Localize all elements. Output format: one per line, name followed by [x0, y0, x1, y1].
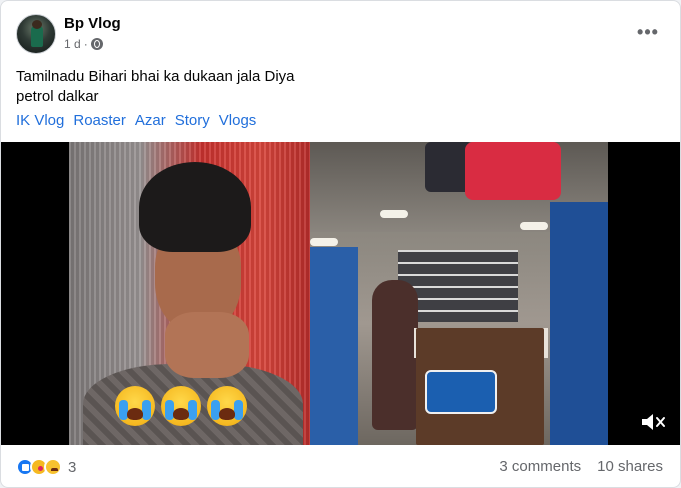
tear-right — [142, 400, 151, 420]
post-meta: 1 d · — [64, 37, 103, 51]
tag-vlogs[interactable]: Vlogs — [219, 112, 257, 129]
person-hair — [139, 162, 251, 252]
shop-pillar — [310, 247, 358, 445]
emoji-mouth — [127, 408, 143, 420]
counter-sign — [425, 370, 497, 414]
video-player[interactable] — [1, 142, 680, 445]
sad-icon — [44, 458, 62, 476]
ceiling-light — [310, 238, 338, 246]
reactions-summary[interactable]: 3 — [16, 458, 76, 476]
post-time[interactable]: 1 d — [64, 37, 81, 51]
post-footer: 3 3 comments 10 shares — [1, 449, 680, 485]
emoji-mouth — [219, 408, 235, 420]
person-hand — [165, 312, 249, 378]
tag-roaster[interactable]: Roaster — [73, 112, 126, 129]
author-avatar[interactable] — [16, 14, 56, 54]
post-card: Bp Vlog 1 d · ••• Tamilnadu Bihari bhai … — [0, 0, 681, 488]
post-text-line-1: Tamilnadu Bihari bhai ka dukaan jala Diy… — [16, 68, 295, 85]
tag-story[interactable]: Story — [175, 112, 210, 129]
emoji-mouth — [173, 408, 189, 420]
post-header: Bp Vlog 1 d · ••• — [1, 1, 680, 61]
avatar-head — [32, 20, 42, 29]
crying-emoji-icon — [207, 386, 247, 426]
post-text: Tamilnadu Bihari bhai ka dukaan jala Diy… — [16, 67, 616, 107]
tag-links: IK Vlog Roaster Azar Story Vlogs — [16, 112, 256, 129]
mute-button[interactable] — [640, 411, 666, 433]
ceiling-light — [520, 222, 548, 230]
video-left-frame — [69, 142, 310, 445]
volume-muted-icon — [642, 414, 665, 430]
more-options-icon: ••• — [637, 21, 659, 42]
more-options-button[interactable]: ••• — [630, 17, 666, 47]
engagement-stats: 3 comments 10 shares — [499, 458, 663, 475]
shop-person — [372, 280, 418, 430]
comments-count-link[interactable]: 3 comments — [499, 458, 581, 475]
bag-display — [550, 202, 608, 445]
crying-emoji-overlay — [115, 386, 247, 426]
author-name[interactable]: Bp Vlog — [64, 15, 121, 32]
tear-right — [188, 400, 197, 420]
crying-emoji-icon — [115, 386, 155, 426]
reaction-count: 3 — [68, 458, 77, 476]
crying-emoji-icon — [161, 386, 201, 426]
globe-icon — [90, 38, 103, 50]
tear-right — [234, 400, 243, 420]
meta-separator: · — [83, 37, 88, 51]
tag-azar[interactable]: Azar — [135, 112, 166, 129]
hanging-bag — [465, 142, 561, 200]
tag-ik-vlog[interactable]: IK Vlog — [16, 112, 64, 129]
video-right-frame — [310, 142, 608, 445]
post-text-line-2: petrol dalkar — [16, 88, 99, 105]
shares-count-link[interactable]: 10 shares — [597, 458, 663, 475]
ceiling-light — [380, 210, 408, 218]
